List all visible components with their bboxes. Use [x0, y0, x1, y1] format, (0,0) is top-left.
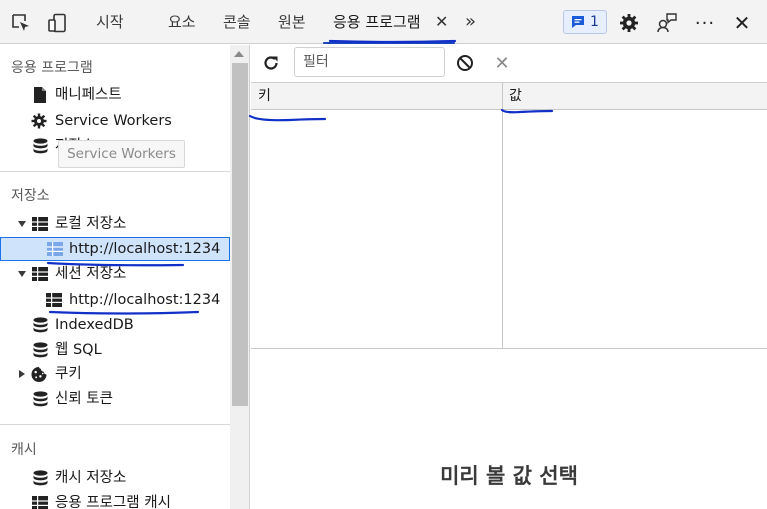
section-title-cache: 캐시	[11, 442, 37, 458]
sidebar-item-trust-tokens[interactable]: 신뢰 토큰	[0, 387, 230, 411]
table-icon	[32, 216, 48, 232]
table-icon	[47, 241, 63, 257]
cookie-icon	[31, 366, 47, 382]
sidebar-item-websql[interactable]: 웹 SQL	[0, 338, 230, 362]
sidebar-item-app-cache[interactable]: 응용 프로그램 캐시	[0, 491, 230, 509]
column-header-key[interactable]: 키	[258, 83, 271, 109]
sidebar-item-local-storage[interactable]: 로컬 저장소	[0, 212, 230, 236]
tooltip: Service Workers	[58, 140, 185, 168]
sidebar-scrollbar[interactable]	[230, 45, 250, 509]
table-icon	[46, 292, 62, 308]
column-header-value[interactable]: 값	[509, 83, 522, 109]
expand-arrow-icon[interactable]	[18, 271, 26, 277]
collapsed-arrow-icon[interactable]	[19, 370, 25, 378]
issues-badge[interactable]: 1	[563, 10, 607, 34]
devtools-tabbar: 시작 요소 콘솔 원본 응용 프로그램 ✕ » 1 ··· ✕	[0, 0, 767, 44]
tab-console[interactable]: 콘솔	[223, 0, 251, 44]
section-divider	[0, 171, 230, 172]
sidebar-item-local-origin[interactable]: http://localhost:1234	[0, 237, 230, 261]
more-options-icon[interactable]: ···	[694, 12, 716, 34]
sidebar-item-service-workers[interactable]: Service Workers	[0, 109, 230, 133]
issues-count: 1	[590, 14, 599, 30]
document-icon	[32, 87, 48, 103]
sidebar-item-cache-storage[interactable]: 캐시 저장소	[0, 466, 230, 490]
storage-grid: 키 값	[251, 83, 767, 349]
table-icon	[32, 266, 48, 282]
application-sidebar: 응용 프로그램 매니페스트 Service Workers 저장소 저장소 로컬…	[0, 45, 230, 509]
section-title-application: 응용 프로그램	[11, 60, 93, 76]
tab-sources[interactable]: 원본	[278, 0, 306, 44]
settings-gear-icon[interactable]	[618, 12, 640, 34]
sidebar-item-cookies[interactable]: 쿠키	[0, 362, 230, 386]
preview-placeholder: 미리 볼 값 선택	[440, 464, 578, 488]
inspect-element-icon[interactable]	[10, 12, 32, 34]
database-icon	[32, 470, 48, 486]
feedback-icon[interactable]	[656, 12, 678, 34]
tab-application[interactable]: 응용 프로그램 ✕	[323, 0, 455, 44]
delete-selected-icon[interactable]: ✕	[491, 52, 513, 74]
table-icon	[32, 495, 48, 509]
gear-icon	[31, 113, 47, 129]
expand-arrow-icon[interactable]	[18, 221, 26, 227]
tab-elements[interactable]: 요소	[168, 0, 196, 44]
database-icon	[32, 138, 48, 154]
close-devtools-icon[interactable]: ✕	[731, 11, 753, 35]
section-title-storage: 저장소	[11, 188, 50, 204]
sidebar-item-session-origin[interactable]: http://localhost:1234	[0, 288, 230, 312]
refresh-icon[interactable]	[260, 52, 282, 74]
filter-input[interactable]	[294, 47, 445, 77]
more-tabs-icon[interactable]: »	[465, 0, 476, 44]
clear-all-icon[interactable]	[454, 52, 476, 74]
sidebar-item-manifest[interactable]: 매니페스트	[0, 83, 230, 107]
sidebar-item-session-storage[interactable]: 세션 저장소	[0, 262, 230, 286]
database-icon	[32, 391, 48, 407]
close-tab-icon[interactable]: ✕	[435, 0, 448, 44]
sidebar-item-indexeddb[interactable]: IndexedDB	[0, 313, 230, 337]
scroll-up-arrow-icon[interactable]	[234, 51, 244, 57]
device-emulation-icon[interactable]	[46, 12, 68, 34]
message-icon	[572, 16, 585, 28]
grid-header: 키 값	[251, 83, 767, 110]
database-icon	[32, 342, 48, 358]
scrollbar-thumb[interactable]	[232, 63, 248, 406]
section-divider	[0, 424, 230, 425]
active-tab-indicator	[323, 42, 455, 44]
storage-toolbar: ✕	[251, 45, 767, 83]
database-icon	[32, 317, 48, 333]
tab-welcome[interactable]: 시작	[96, 0, 124, 44]
column-divider[interactable]	[502, 83, 503, 349]
